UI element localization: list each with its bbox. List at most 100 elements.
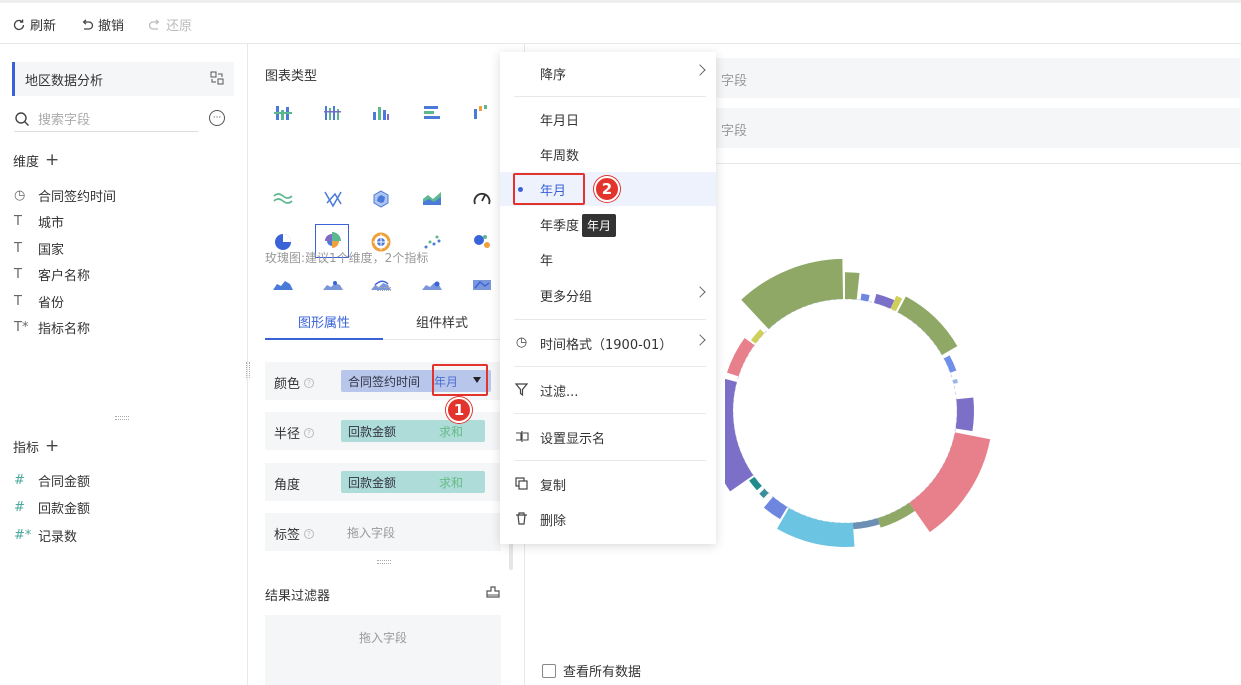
heat-map-icon[interactable] bbox=[419, 272, 445, 298]
radius-field-pill[interactable]: 回款金额 求和 bbox=[341, 420, 485, 442]
radar-line-chart-icon[interactable] bbox=[320, 186, 346, 212]
dimension-field-label: 客户名称 bbox=[38, 269, 91, 284]
rose-segment[interactable] bbox=[897, 296, 958, 355]
text-field-icon: T bbox=[14, 267, 22, 282]
measure-field-item[interactable]: # 回款金额 bbox=[14, 498, 90, 518]
help-icon[interactable]: ? bbox=[304, 427, 315, 438]
filter-icon bbox=[514, 382, 529, 397]
bar-chart-icon[interactable] bbox=[419, 100, 445, 126]
field-context-menu: 降序 年月日 年周数 年月 年季度 年 更多分组 ◷ 时间格式（1900-01）… bbox=[500, 52, 716, 544]
point-map-icon[interactable] bbox=[320, 272, 346, 298]
angle-field-pill[interactable]: 回款金额 求和 bbox=[341, 471, 485, 493]
dimension-field-item[interactable]: T 客户名称 bbox=[14, 265, 90, 285]
menu-divider bbox=[514, 319, 706, 320]
resize-handle-icon[interactable] bbox=[377, 287, 391, 291]
result-filter-drop-zone[interactable]: 拖入字段 bbox=[265, 615, 501, 685]
multi-bar-chart-icon[interactable] bbox=[320, 100, 346, 126]
resize-handle-icon[interactable] bbox=[115, 416, 129, 420]
dimension-field-label: 国家 bbox=[38, 242, 65, 258]
resize-handle-icon[interactable] bbox=[377, 560, 391, 564]
menu-item-sort-desc[interactable]: 降序 bbox=[500, 56, 716, 90]
add-measure-icon[interactable]: + bbox=[45, 438, 59, 455]
menu-item-set-display-name[interactable]: 设置显示名 bbox=[500, 420, 716, 454]
menu-item-copy[interactable]: 复制 bbox=[500, 467, 716, 501]
help-icon[interactable]: ? bbox=[304, 377, 315, 388]
radius-label: 半径? bbox=[274, 423, 315, 442]
gis-map-icon[interactable] bbox=[469, 272, 495, 298]
menu-item-year-week[interactable]: 年周数 bbox=[500, 137, 716, 171]
undo-button[interactable]: 撤销 bbox=[80, 15, 124, 34]
angle-aggregation[interactable]: 求和 bbox=[439, 474, 463, 491]
rose-segment[interactable] bbox=[725, 375, 754, 492]
redo-button[interactable]: 还原 bbox=[148, 15, 192, 34]
rose-segment[interactable] bbox=[845, 272, 860, 300]
rose-segment[interactable] bbox=[860, 293, 870, 302]
rose-segment[interactable] bbox=[852, 518, 880, 530]
rose-segment[interactable] bbox=[741, 258, 844, 330]
see-all-data-toggle[interactable]: 查看所有数据 bbox=[542, 661, 641, 680]
checkbox[interactable] bbox=[542, 663, 556, 678]
callout-box-1 bbox=[432, 364, 488, 396]
dimension-field-item[interactable]: T 省份 bbox=[14, 291, 64, 311]
refresh-button[interactable]: 刷新 bbox=[12, 15, 56, 34]
text-field-icon: T bbox=[14, 293, 22, 309]
menu-item-label: 更多分组 bbox=[540, 289, 593, 305]
search-input[interactable]: 搜索字段 bbox=[38, 109, 90, 128]
radar-chart-icon[interactable] bbox=[368, 186, 394, 212]
measure-header: 指标 + bbox=[13, 437, 59, 457]
rose-segment[interactable] bbox=[955, 397, 974, 432]
bubble-chart-icon[interactable] bbox=[469, 229, 495, 255]
region-map-icon[interactable] bbox=[270, 272, 296, 298]
radius-aggregation[interactable]: 求和 bbox=[439, 423, 463, 440]
dimension-field-item[interactable]: ◷ 合同签约时间 bbox=[14, 185, 116, 205]
area-chart-icon[interactable] bbox=[419, 186, 445, 212]
dimension-field-item[interactable]: T* 指标名称 bbox=[14, 318, 90, 338]
search-icon bbox=[15, 111, 29, 126]
help-icon[interactable]: ? bbox=[304, 528, 315, 539]
add-dimension-icon[interactable]: + bbox=[45, 152, 59, 169]
see-all-data-label: 查看所有数据 bbox=[563, 665, 642, 680]
menu-item-filter[interactable]: 过滤... bbox=[500, 373, 716, 407]
rose-segment[interactable] bbox=[943, 355, 957, 373]
menu-divider bbox=[514, 96, 706, 97]
menu-item-year[interactable]: 年 bbox=[500, 242, 716, 276]
radius-field-name: 回款金额 bbox=[348, 424, 397, 439]
rose-segment[interactable] bbox=[759, 488, 769, 499]
flow-map-icon[interactable] bbox=[368, 272, 394, 298]
menu-item-year-month-day[interactable]: 年月日 bbox=[500, 102, 716, 136]
rose-segment[interactable] bbox=[909, 432, 991, 533]
rose-segment[interactable] bbox=[763, 496, 788, 520]
column-chart-icon[interactable] bbox=[368, 100, 394, 126]
callout-badge-1: 1 bbox=[446, 397, 472, 423]
clear-filter-icon[interactable] bbox=[485, 585, 501, 601]
dataset-name: 地区数据分析 bbox=[25, 73, 104, 89]
clock-icon: ◷ bbox=[14, 187, 26, 203]
rose-segment[interactable] bbox=[873, 293, 895, 309]
clock-icon: ◷ bbox=[515, 335, 528, 350]
chevron-right-icon bbox=[694, 64, 706, 76]
result-filter-title: 结果过滤器 bbox=[265, 589, 331, 604]
switch-dataset-icon[interactable] bbox=[210, 71, 224, 85]
dataset-selector[interactable]: 地区数据分析 bbox=[12, 62, 234, 96]
rose-segment[interactable] bbox=[877, 502, 915, 528]
measure-field-item[interactable]: #* 记录数 bbox=[14, 525, 77, 545]
tag-drop-zone[interactable]: 拖入字段 bbox=[347, 524, 395, 541]
tab-shape-properties[interactable]: 图形属性 bbox=[298, 312, 350, 331]
menu-item-more-grouping[interactable]: 更多分组 bbox=[500, 278, 716, 312]
dimension-field-item[interactable]: T 城市 bbox=[14, 212, 64, 232]
menu-item-time-format[interactable]: ◷ 时间格式（1900-01） bbox=[500, 326, 716, 360]
color-label: 颜色? bbox=[274, 373, 315, 392]
more-options-icon[interactable]: ··· bbox=[209, 110, 225, 126]
dimension-field-item[interactable]: T 国家 bbox=[14, 238, 64, 258]
dimension-field-label: 省份 bbox=[38, 295, 65, 311]
menu-item-delete[interactable]: 删除 bbox=[500, 502, 716, 536]
tab-component-style[interactable]: 组件样式 bbox=[416, 312, 468, 331]
refresh-label: 刷新 bbox=[30, 19, 57, 34]
measure-field-item[interactable]: # 合同金额 bbox=[14, 470, 90, 490]
grouped-table-chart-icon[interactable] bbox=[270, 100, 296, 126]
gauge-chart-icon[interactable] bbox=[469, 186, 495, 212]
field-search[interactable]: 搜索字段 bbox=[14, 106, 198, 132]
rose-segment[interactable] bbox=[777, 507, 855, 547]
waterfall-chart-icon[interactable] bbox=[469, 100, 495, 126]
number-field-icon: # bbox=[14, 500, 25, 515]
